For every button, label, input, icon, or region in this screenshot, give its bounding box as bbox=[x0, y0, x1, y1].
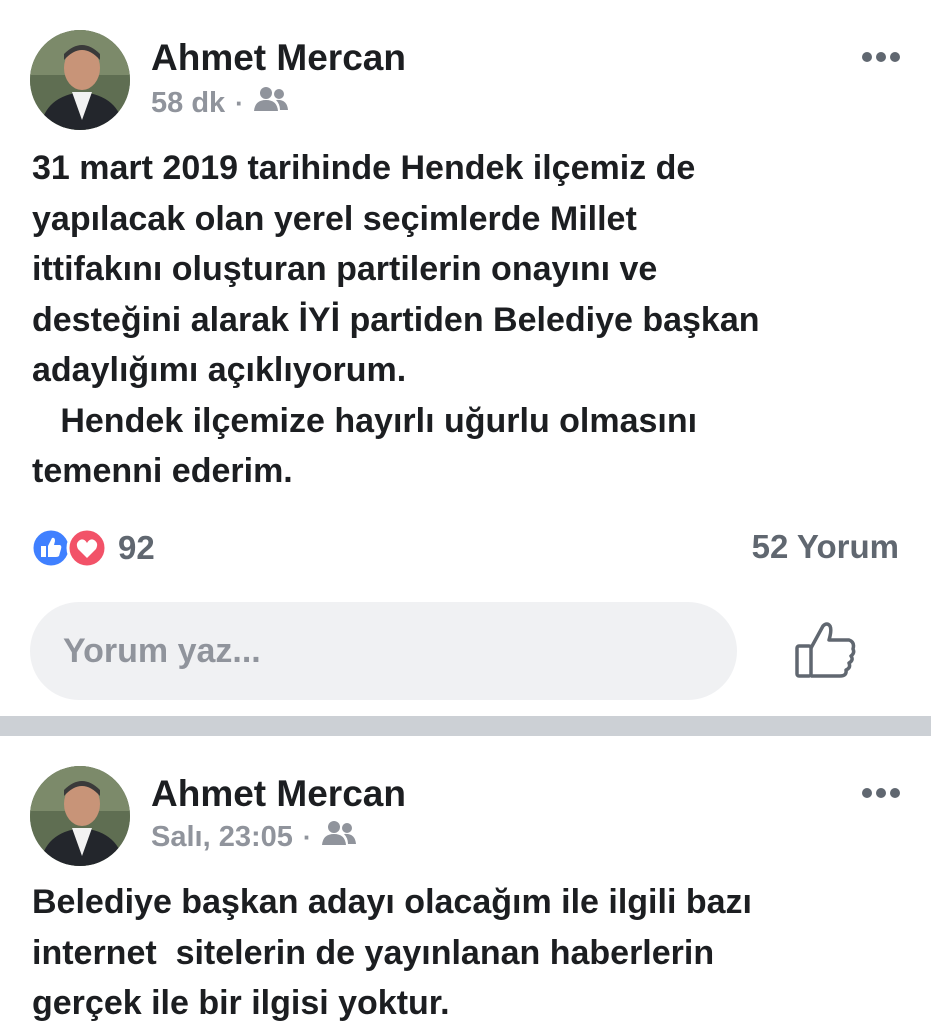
like-button[interactable] bbox=[793, 620, 859, 682]
separator-dot: · bbox=[235, 87, 244, 118]
more-options-icon[interactable] bbox=[861, 50, 901, 64]
post-card: Ahmet Mercan 58 dk · 31 mart 2019 tarihi… bbox=[0, 0, 931, 716]
post-meta: 58 dk · bbox=[151, 86, 288, 120]
post-card: Ahmet Mercan Salı, 23:05 · Belediye başk… bbox=[0, 736, 931, 1024]
thumbs-up-icon bbox=[793, 622, 859, 686]
friends-icon bbox=[253, 86, 288, 120]
post-meta: Salı, 23:05 · bbox=[151, 820, 356, 854]
comment-input[interactable]: Yorum yaz... bbox=[30, 602, 737, 700]
more-options-icon[interactable] bbox=[861, 786, 901, 800]
reactions-summary[interactable]: 92 bbox=[30, 527, 155, 569]
author-name[interactable]: Ahmet Mercan bbox=[151, 37, 406, 79]
love-icon bbox=[66, 527, 108, 574]
avatar[interactable] bbox=[30, 766, 130, 866]
post-text: Belediye başkan adayı olacağım ile ilgil… bbox=[32, 883, 752, 1022]
post-text: 31 mart 2019 tarihinde Hendek ilçemiz de… bbox=[32, 149, 760, 490]
reaction-count[interactable]: 92 bbox=[118, 529, 155, 567]
separator-dot: · bbox=[302, 821, 312, 852]
friends-icon bbox=[321, 820, 356, 854]
post-time[interactable]: 58 dk bbox=[151, 87, 225, 120]
author-name[interactable]: Ahmet Mercan bbox=[151, 773, 406, 815]
comments-count[interactable]: 52 Yorum bbox=[752, 528, 899, 566]
post-time[interactable]: Salı, 23:05 bbox=[151, 821, 293, 854]
avatar[interactable] bbox=[30, 30, 130, 130]
post-divider bbox=[0, 716, 931, 736]
